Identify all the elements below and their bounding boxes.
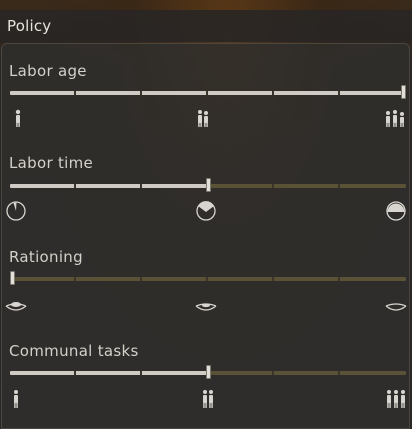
slider-fill	[10, 184, 208, 188]
slider-tick	[272, 91, 274, 95]
dial-small-icon	[4, 201, 30, 221]
three-workers-icon	[383, 389, 409, 409]
two-workers-icon	[195, 389, 221, 409]
policy-labor-age: Labor age	[0, 58, 412, 146]
slider-tick	[74, 371, 76, 375]
window-title: Policy	[7, 17, 52, 35]
title-bar	[0, 10, 412, 42]
slider-tick	[338, 371, 340, 375]
slider-thumb[interactable]	[206, 178, 211, 192]
food-bowl-half-icon	[193, 296, 219, 316]
slider-tick	[140, 184, 142, 188]
slider-tick	[272, 184, 274, 188]
dial-full-icon	[383, 201, 409, 221]
slider-tick	[140, 91, 142, 95]
slider-thumb[interactable]	[206, 365, 211, 379]
child-icon	[5, 108, 31, 128]
communal-tasks-slider[interactable]	[10, 365, 406, 379]
policy-rationing: Rationing	[0, 246, 412, 334]
slider-tick	[272, 277, 274, 281]
policy-label: Rationing	[9, 248, 83, 266]
slider-tick	[338, 277, 340, 281]
slider-thumb[interactable]	[10, 271, 15, 285]
policy-label: Labor time	[9, 154, 94, 172]
policy-label: Communal tasks	[9, 342, 139, 360]
slider-tick	[140, 277, 142, 281]
labor-age-slider[interactable]	[10, 85, 406, 99]
one-worker-icon	[3, 389, 29, 409]
slider-tick	[140, 371, 142, 375]
policy-labor-time: Labor time	[0, 150, 412, 238]
rationing-slider[interactable]	[10, 271, 406, 285]
food-bowl-full-icon	[3, 296, 29, 316]
three-people-icon	[382, 108, 408, 128]
slider-tick	[338, 184, 340, 188]
slider-fill	[10, 371, 208, 375]
slider-tick	[74, 91, 76, 95]
slider-tick	[74, 184, 76, 188]
slider-tick	[272, 371, 274, 375]
policy-label: Labor age	[9, 62, 87, 80]
slider-thumb[interactable]	[401, 85, 406, 99]
food-bowl-empty-icon	[383, 296, 409, 316]
slider-tick	[338, 91, 340, 95]
dial-half-icon	[193, 201, 219, 221]
policy-communal-tasks: Communal tasks	[0, 340, 412, 428]
labor-time-slider[interactable]	[10, 178, 406, 192]
slider-tick	[206, 91, 208, 95]
slider-tick	[206, 277, 208, 281]
two-people-icon	[190, 108, 216, 128]
slider-tick	[74, 277, 76, 281]
